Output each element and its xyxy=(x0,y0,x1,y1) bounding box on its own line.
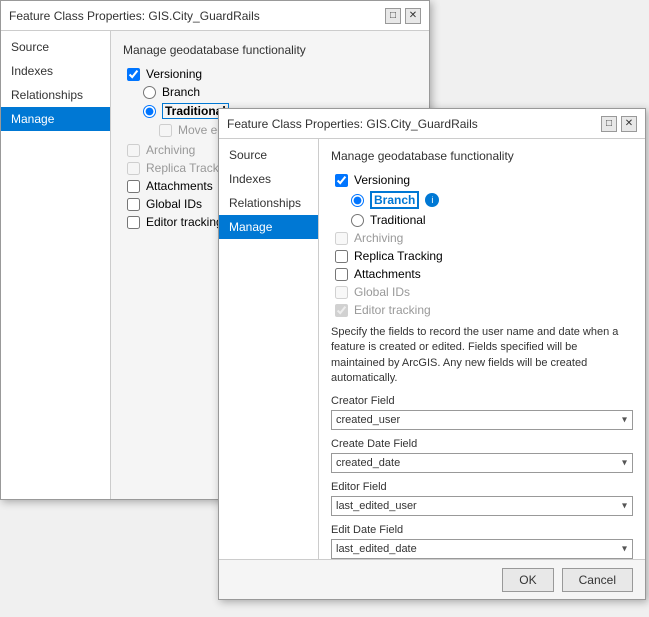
fg-branch-row: Branch i xyxy=(331,191,633,209)
fg-branch-radio[interactable] xyxy=(351,194,364,207)
bg-versioning-row: Versioning xyxy=(123,67,417,81)
fg-main-panel: Manage geodatabase functionality Version… xyxy=(319,139,645,559)
fg-creator-field-select[interactable]: created_user xyxy=(331,410,633,430)
bg-close-button[interactable]: ✕ xyxy=(405,8,421,24)
fg-dialog-content: Source Indexes Relationships Manage Mana… xyxy=(219,139,645,559)
fg-attachments-row: Attachments xyxy=(331,267,633,281)
fg-globalids-label: Global IDs xyxy=(354,285,410,299)
bg-sidebar: Source Indexes Relationships Manage xyxy=(1,31,111,499)
fg-traditional-radio[interactable] xyxy=(351,214,364,227)
bg-move-edits-checkbox[interactable] xyxy=(159,124,172,137)
fg-edit-date-select[interactable]: last_edited_date xyxy=(331,539,633,559)
fg-editor-checkbox[interactable] xyxy=(335,304,348,317)
bg-restore-button[interactable]: □ xyxy=(385,8,401,24)
fg-restore-button[interactable]: □ xyxy=(601,116,617,132)
fg-description: Specify the fields to record the user na… xyxy=(331,325,633,387)
bg-globalids-label: Global IDs xyxy=(146,197,202,211)
fg-versioning-label: Versioning xyxy=(354,173,410,187)
fg-cancel-button[interactable]: Cancel xyxy=(562,568,633,592)
bg-titlebar-controls: □ ✕ xyxy=(385,8,421,24)
bg-editor-checkbox[interactable] xyxy=(127,216,140,229)
bg-attachments-checkbox[interactable] xyxy=(127,180,140,193)
fg-fields-section: Specify the fields to record the user na… xyxy=(331,325,633,559)
fg-edit-date-wrapper: last_edited_date xyxy=(331,539,633,559)
fg-branch-label: Branch xyxy=(370,191,419,209)
bg-editor-label: Editor tracking xyxy=(146,215,223,229)
fg-traditional-label: Traditional xyxy=(370,213,426,227)
fg-archiving-row: Archiving xyxy=(331,231,633,245)
bg-archiving-label: Archiving xyxy=(146,143,195,157)
fg-titlebar: Feature Class Properties: GIS.City_Guard… xyxy=(219,109,645,139)
bg-branch-label: Branch xyxy=(162,85,200,99)
bg-globalids-checkbox[interactable] xyxy=(127,198,140,211)
fg-editor-row: Editor tracking xyxy=(331,303,633,317)
fg-replica-row: Replica Tracking xyxy=(331,249,633,263)
bg-sidebar-item-relationships[interactable]: Relationships xyxy=(1,83,110,107)
fg-titlebar-controls: □ ✕ xyxy=(601,116,637,132)
fg-archiving-checkbox[interactable] xyxy=(335,232,348,245)
fg-close-button[interactable]: ✕ xyxy=(621,116,637,132)
fg-create-date-label: Create Date Field xyxy=(331,438,633,450)
fg-replica-label: Replica Tracking xyxy=(354,249,443,263)
fg-dialog-title: Feature Class Properties: GIS.City_Guard… xyxy=(227,117,478,131)
fg-globalids-checkbox[interactable] xyxy=(335,286,348,299)
bg-titlebar: Feature Class Properties: GIS.City_Guard… xyxy=(1,1,429,31)
bg-dialog-title: Feature Class Properties: GIS.City_Guard… xyxy=(9,9,260,23)
fg-branch-info-icon[interactable]: i xyxy=(425,193,439,207)
fg-sidebar: Source Indexes Relationships Manage xyxy=(219,139,319,559)
bg-traditional-radio[interactable] xyxy=(143,105,156,118)
bg-sidebar-item-manage[interactable]: Manage xyxy=(1,107,110,131)
bg-sidebar-item-indexes[interactable]: Indexes xyxy=(1,59,110,83)
fg-editor-field-wrapper: last_edited_user xyxy=(331,496,633,516)
bg-replica-checkbox[interactable] xyxy=(127,162,140,175)
bg-branch-radio[interactable] xyxy=(143,86,156,99)
fg-creator-field-wrapper: created_user xyxy=(331,410,633,430)
bg-section-title: Manage geodatabase functionality xyxy=(123,43,417,57)
fg-footer: OK Cancel xyxy=(219,559,645,599)
fg-attachments-checkbox[interactable] xyxy=(335,268,348,281)
fg-ok-button[interactable]: OK xyxy=(502,568,553,592)
bg-attachments-label: Attachments xyxy=(146,179,213,193)
bg-versioning-label: Versioning xyxy=(146,67,202,81)
fg-versioning-row: Versioning xyxy=(331,173,633,187)
foreground-dialog: Feature Class Properties: GIS.City_Guard… xyxy=(218,108,646,600)
fg-sidebar-item-manage[interactable]: Manage xyxy=(219,215,318,239)
fg-editor-label: Editor tracking xyxy=(354,303,431,317)
fg-archiving-label: Archiving xyxy=(354,231,403,245)
fg-sidebar-item-source[interactable]: Source xyxy=(219,143,318,167)
fg-traditional-row: Traditional xyxy=(331,213,633,227)
bg-branch-row: Branch xyxy=(123,85,417,99)
fg-versioning-checkbox[interactable] xyxy=(335,174,348,187)
fg-edit-date-label: Edit Date Field xyxy=(331,524,633,536)
bg-archiving-checkbox[interactable] xyxy=(127,144,140,157)
bg-sidebar-item-source[interactable]: Source xyxy=(1,35,110,59)
fg-section-title: Manage geodatabase functionality xyxy=(331,149,633,163)
fg-editor-field-label: Editor Field xyxy=(331,481,633,493)
fg-sidebar-item-relationships[interactable]: Relationships xyxy=(219,191,318,215)
fg-creator-field-label: Creator Field xyxy=(331,395,633,407)
fg-editor-field-select[interactable]: last_edited_user xyxy=(331,496,633,516)
fg-globalids-row: Global IDs xyxy=(331,285,633,299)
fg-attachments-label: Attachments xyxy=(354,267,421,281)
bg-versioning-checkbox[interactable] xyxy=(127,68,140,81)
fg-sidebar-item-indexes[interactable]: Indexes xyxy=(219,167,318,191)
fg-create-date-wrapper: created_date xyxy=(331,453,633,473)
fg-create-date-select[interactable]: created_date xyxy=(331,453,633,473)
fg-replica-checkbox[interactable] xyxy=(335,250,348,263)
